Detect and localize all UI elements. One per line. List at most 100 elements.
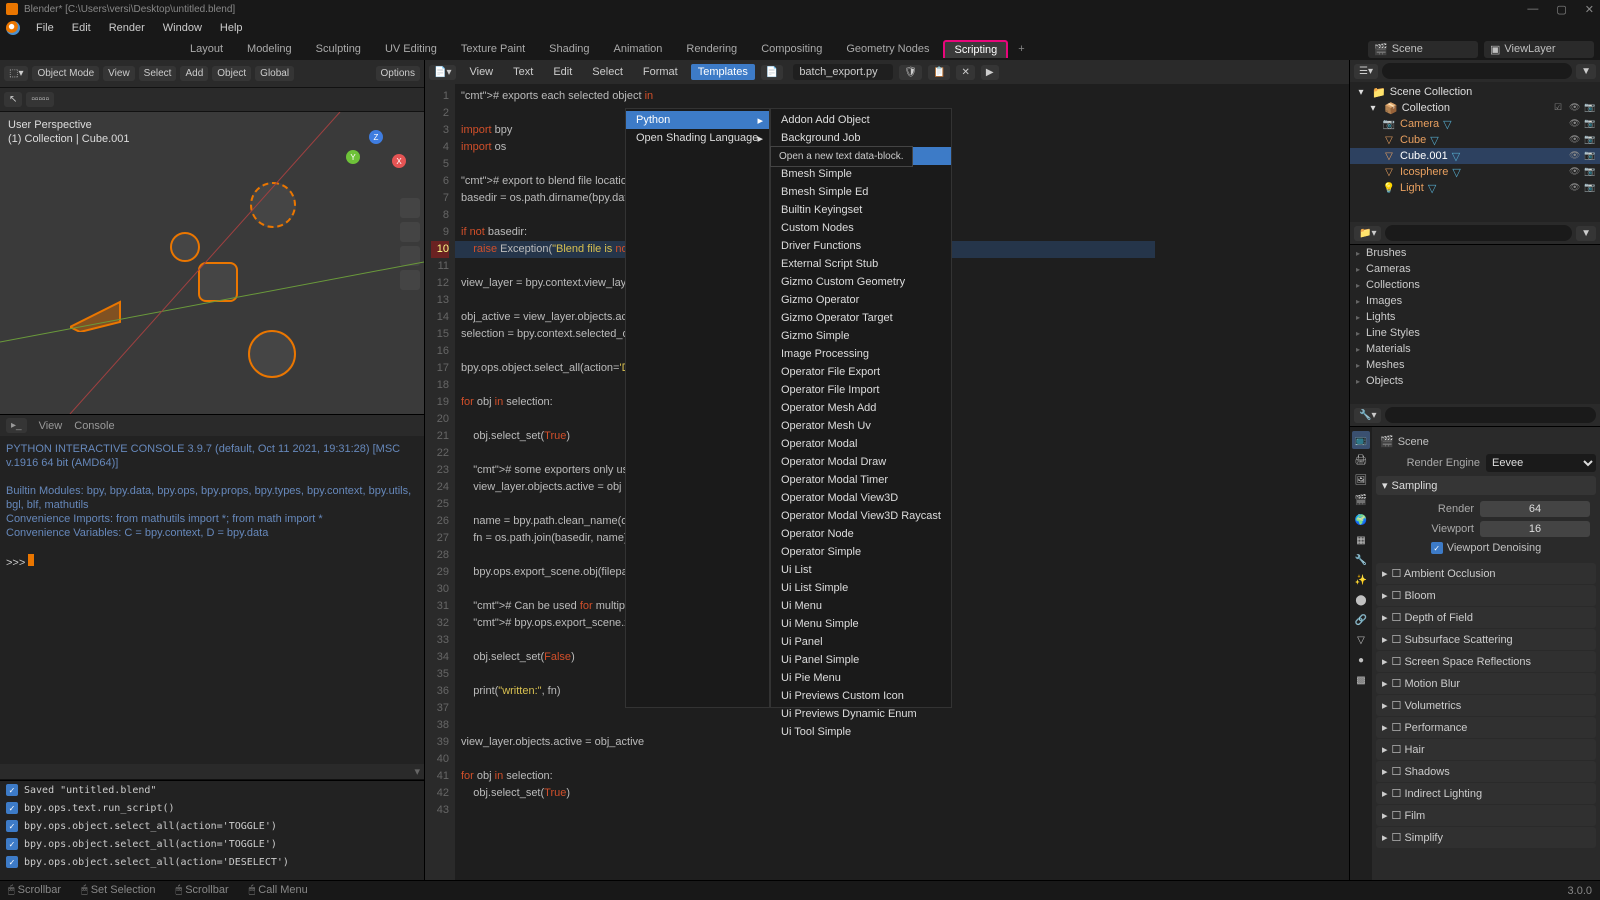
menu-help[interactable]: Help: [212, 20, 251, 36]
outliner-icosphere[interactable]: ▽ Icosphere ▽ 👁📷: [1350, 164, 1600, 180]
material-tab-icon[interactable]: ●: [1352, 651, 1370, 669]
panel-performance[interactable]: ▸ ☐ Performance: [1376, 717, 1596, 738]
template-operator-file-import[interactable]: Operator File Import: [771, 381, 951, 399]
texture-tab-icon[interactable]: ▩: [1352, 671, 1370, 689]
run-script-button[interactable]: ▶: [981, 65, 999, 80]
panel-hair[interactable]: ▸ ☐ Hair: [1376, 739, 1596, 760]
te-menu-templates[interactable]: Templates: [691, 64, 755, 80]
properties-search[interactable]: [1385, 407, 1596, 423]
physics-tab-icon[interactable]: ⬤: [1352, 591, 1370, 609]
filter-icon[interactable]: ▼: [1576, 64, 1596, 79]
outliner-camera[interactable]: 📷 Camera ▽ 👁📷: [1350, 116, 1600, 132]
panel-simplify[interactable]: ▸ ☐ Simplify: [1376, 827, 1596, 848]
te-menu-format[interactable]: Format: [636, 64, 685, 80]
te-menu-select[interactable]: Select: [585, 64, 630, 80]
asset-brushes[interactable]: ▸Brushes: [1350, 245, 1600, 261]
mode-dropdown[interactable]: Object Mode: [32, 66, 99, 81]
assets-search[interactable]: [1385, 225, 1572, 241]
template-custom-nodes[interactable]: Custom Nodes: [771, 219, 951, 237]
text-editor-type[interactable]: 📄▾: [429, 65, 456, 80]
template-operator-simple[interactable]: Operator Simple: [771, 543, 951, 561]
panel-depth-of-field[interactable]: ▸ ☐ Depth of Field: [1376, 607, 1596, 628]
template-gizmo-custom-geometry[interactable]: Gizmo Custom Geometry: [771, 273, 951, 291]
shield-icon[interactable]: 🛡: [899, 65, 922, 80]
assets-filter[interactable]: ▼: [1576, 226, 1596, 241]
menu-file[interactable]: File: [28, 20, 62, 36]
template-ui-list[interactable]: Ui List: [771, 561, 951, 579]
template-ui-panel-simple[interactable]: Ui Panel Simple: [771, 651, 951, 669]
panel-subsurface-scattering[interactable]: ▸ ☐ Subsurface Scattering: [1376, 629, 1596, 650]
template-operator-modal-draw[interactable]: Operator Modal Draw: [771, 453, 951, 471]
te-menu-edit[interactable]: Edit: [546, 64, 579, 80]
outliner-search[interactable]: [1382, 63, 1572, 79]
add-workspace-button[interactable]: +: [1012, 43, 1030, 55]
template-builtin-keyingset[interactable]: Builtin Keyingset: [771, 201, 951, 219]
text-editor-body[interactable]: 1234567891011121314151617181920212223242…: [425, 84, 1349, 882]
template-ui-panel[interactable]: Ui Panel: [771, 633, 951, 651]
asset-objects[interactable]: ▸Objects: [1350, 373, 1600, 389]
tab-animation[interactable]: Animation: [604, 40, 673, 58]
tool-cursor[interactable]: ↖: [4, 92, 22, 107]
template-open-shading-language[interactable]: Open Shading Language▸: [626, 129, 769, 147]
asset-lights[interactable]: ▸Lights: [1350, 309, 1600, 325]
asset-materials[interactable]: ▸Materials: [1350, 341, 1600, 357]
data-tab-icon[interactable]: ▽: [1352, 631, 1370, 649]
template-operator-modal-view3d[interactable]: Operator Modal View3D: [771, 489, 951, 507]
object-tab-icon[interactable]: ▦: [1352, 531, 1370, 549]
menu-window[interactable]: Window: [155, 20, 210, 36]
template-image-processing[interactable]: Image Processing: [771, 345, 951, 363]
world-tab-icon[interactable]: 🌍: [1352, 511, 1370, 529]
template-operator-mesh-add[interactable]: Operator Mesh Add: [771, 399, 951, 417]
console-view-menu[interactable]: View: [39, 420, 63, 432]
menu-edit[interactable]: Edit: [64, 20, 99, 36]
tab-sculpting[interactable]: Sculpting: [306, 40, 371, 58]
render-engine-dropdown[interactable]: Eevee: [1486, 454, 1596, 472]
viewport-samples-field[interactable]: 16: [1480, 521, 1590, 537]
orientation-dropdown[interactable]: Global: [255, 66, 294, 81]
constraints-tab-icon[interactable]: 🔗: [1352, 611, 1370, 629]
panel-motion-blur[interactable]: ▸ ☐ Motion Blur: [1376, 673, 1596, 694]
menu-render[interactable]: Render: [101, 20, 153, 36]
template-ui-pie-menu[interactable]: Ui Pie Menu: [771, 669, 951, 687]
te-menu-text[interactable]: Text: [506, 64, 540, 80]
template-ui-menu[interactable]: Ui Menu: [771, 597, 951, 615]
scene-tab-icon[interactable]: 🎬: [1352, 491, 1370, 509]
asset-collections[interactable]: ▸Collections: [1350, 277, 1600, 293]
minimize-button[interactable]: —: [1527, 3, 1538, 16]
tab-texture-paint[interactable]: Texture Paint: [451, 40, 535, 58]
blender-icon[interactable]: [6, 21, 20, 35]
template-operator-modal[interactable]: Operator Modal: [771, 435, 951, 453]
viewlayer-tab-icon[interactable]: 🖼: [1352, 471, 1370, 489]
modifier-tab-icon[interactable]: 🔧: [1352, 551, 1370, 569]
template-driver-functions[interactable]: Driver Functions: [771, 237, 951, 255]
asset-meshes[interactable]: ▸Meshes: [1350, 357, 1600, 373]
assets-type[interactable]: 📁▾: [1354, 226, 1381, 241]
template-ui-list-simple[interactable]: Ui List Simple: [771, 579, 951, 597]
asset-images[interactable]: ▸Images: [1350, 293, 1600, 309]
sampling-panel-header[interactable]: ▾ Sampling: [1376, 476, 1596, 495]
tab-rendering[interactable]: Rendering: [676, 40, 747, 58]
template-ui-previews-dynamic-enum[interactable]: Ui Previews Dynamic Enum: [771, 705, 951, 723]
properties-type[interactable]: 🔧▾: [1354, 408, 1381, 423]
outliner[interactable]: ▾📁Scene Collection ▾📦Collection ☑👁📷 📷 Ca…: [1350, 82, 1600, 222]
tab-scripting[interactable]: Scripting: [943, 40, 1008, 58]
console-editor-type[interactable]: ▸_: [6, 418, 27, 433]
viewport-denoising-checkbox[interactable]: ✓Viewport Denoising: [1382, 539, 1590, 557]
console-console-menu[interactable]: Console: [74, 420, 114, 432]
panel-indirect-lighting[interactable]: ▸ ☐ Indirect Lighting: [1376, 783, 1596, 804]
template-operator-modal-timer[interactable]: Operator Modal Timer: [771, 471, 951, 489]
templates-submenu[interactable]: Python▸Open Shading Language▸: [625, 108, 770, 708]
viewlayer-dropdown[interactable]: ▣ ViewLayer: [1484, 41, 1594, 58]
python-console[interactable]: PYTHON INTERACTIVE CONSOLE 3.9.7 (defaul…: [0, 436, 424, 764]
outliner-cube[interactable]: ▽ Cube ▽ 👁📷: [1350, 132, 1600, 148]
panel-volumetrics[interactable]: ▸ ☐ Volumetrics: [1376, 695, 1596, 716]
select-mode-icons[interactable]: ▫▫▫▫▫: [26, 92, 54, 107]
collection-row[interactable]: ▾📦Collection ☑👁📷: [1350, 100, 1600, 116]
panel-ambient-occlusion[interactable]: ▸ ☐ Ambient Occlusion: [1376, 563, 1596, 584]
template-external-script-stub[interactable]: External Script Stub: [771, 255, 951, 273]
template-python[interactable]: Python▸: [626, 111, 769, 129]
object-menu[interactable]: Object: [212, 66, 251, 81]
outliner-cube.001[interactable]: ▽ Cube.001 ▽ 👁📷: [1350, 148, 1600, 164]
view-menu[interactable]: View: [103, 66, 135, 81]
panel-bloom[interactable]: ▸ ☐ Bloom: [1376, 585, 1596, 606]
